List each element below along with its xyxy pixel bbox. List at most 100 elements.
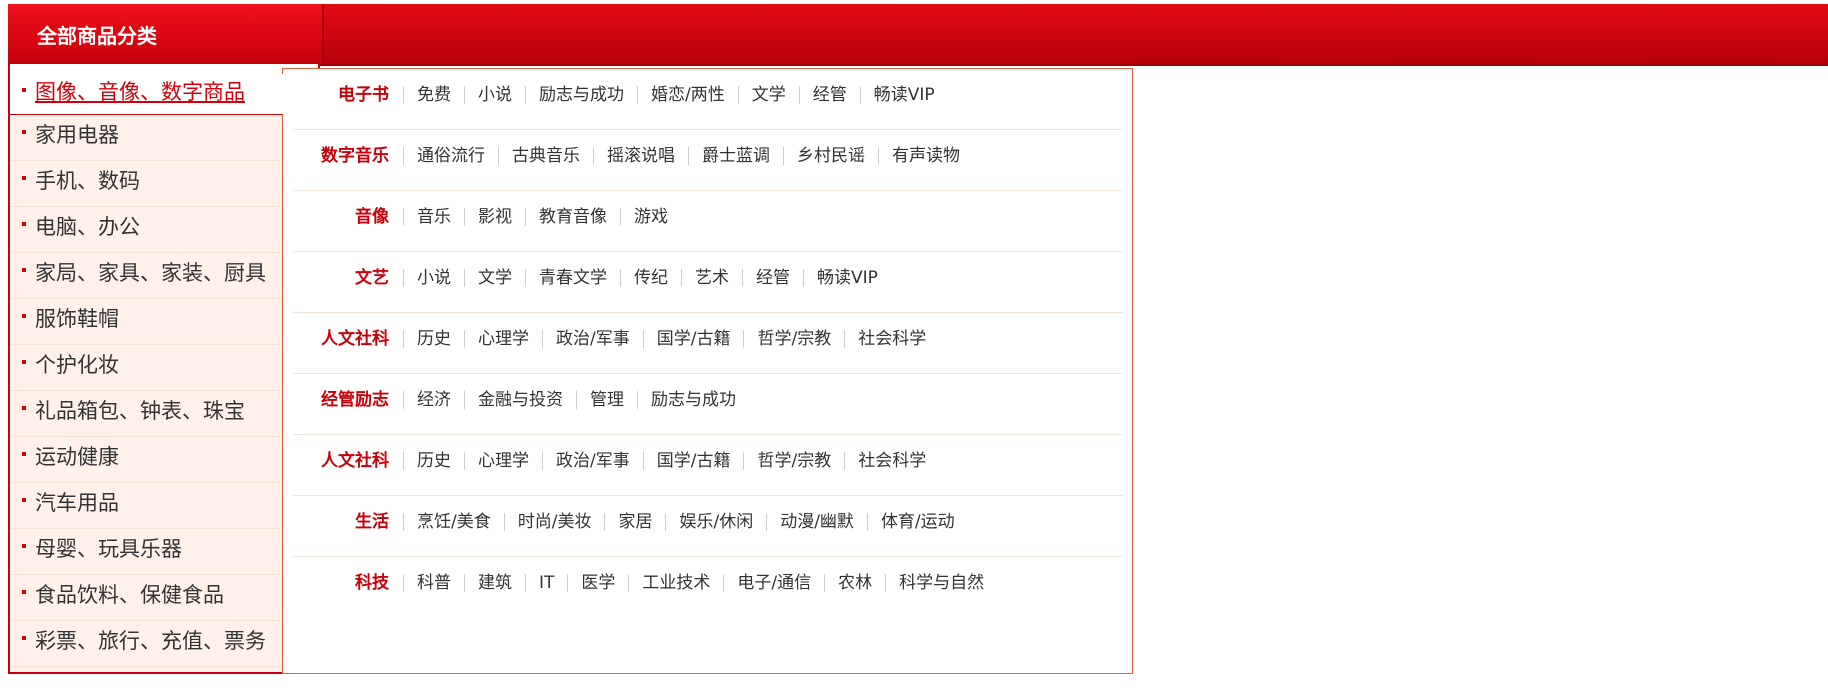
subcategory-links: 免费 小说 励志与成功 婚恋/两性 文学 经管 畅读VIP	[403, 83, 948, 107]
subcategory-link[interactable]: 小说	[403, 269, 464, 287]
subcategory-link[interactable]: 哲学/宗教	[743, 452, 844, 470]
subcategory-title[interactable]: 生活	[355, 510, 389, 534]
subcategory-link[interactable]: 古典音乐	[498, 147, 593, 165]
subcategory-link[interactable]: 经济	[403, 391, 464, 409]
subcategory-link[interactable]: 政治/军事	[542, 452, 643, 470]
category-item-label[interactable]: 服饰鞋帽	[35, 305, 119, 333]
subcategory-link[interactable]: 小说	[464, 86, 525, 104]
subcategory-link[interactable]: 医学	[567, 574, 628, 592]
subcategory-link[interactable]: 建筑	[464, 574, 525, 592]
category-item-label[interactable]: 个护化妆	[35, 351, 119, 379]
subcategory-link[interactable]: 农林	[824, 574, 885, 592]
subcategory-title[interactable]: 音像	[355, 205, 389, 229]
subcategory-link[interactable]: 经管	[798, 86, 860, 104]
category-item[interactable]: 食品饮料、保健食品	[10, 575, 284, 621]
subcategory-links: 经济 金融与投资 管理 励志与成功	[403, 388, 749, 412]
subcategory-link[interactable]: 励志与成功	[525, 86, 637, 104]
subcategory-link[interactable]: 心理学	[464, 330, 542, 348]
subcategory-title[interactable]: 数字音乐	[321, 144, 389, 168]
subcategory-link[interactable]: 经管	[742, 269, 803, 287]
subcategory-panel: 电子书 免费 小说 励志与成功 婚恋/两性 文学 经管 畅读VIP 数字音乐 通俗流行 古典音乐 摇滚…	[282, 68, 1133, 674]
category-item-label[interactable]: 图像、音像、数字商品	[35, 78, 245, 106]
subcategory-link[interactable]: 励志与成功	[637, 391, 749, 409]
category-item-active[interactable]: 图像、音像、数字商品	[10, 74, 289, 114]
category-item[interactable]: 个护化妆	[10, 345, 284, 391]
category-item[interactable]: 礼品箱包、钟表、珠宝	[10, 391, 284, 437]
subcategory-title[interactable]: 电子书	[338, 83, 389, 107]
subcategory-link[interactable]: 烹饪/美食	[403, 513, 504, 531]
subcategory-row: 科技 科普 建筑 IT 医学 工业技术 电子/通信 农林 科学与自然	[293, 557, 1123, 618]
subcategory-link[interactable]: 体育/运动	[866, 513, 968, 531]
category-item-label[interactable]: 家用电器	[35, 121, 119, 149]
subcategory-link[interactable]: 管理	[576, 391, 637, 409]
category-item[interactable]: 彩票、旅行、充值、票务	[10, 621, 284, 667]
subcategory-link[interactable]: 国学/古籍	[642, 452, 744, 470]
subcategory-link[interactable]: 有声读物	[878, 147, 973, 165]
subcategory-link[interactable]: 传纪	[620, 269, 681, 287]
subcategory-link[interactable]: 畅读VIP	[803, 269, 891, 287]
subcategory-link[interactable]: 社会科学	[844, 452, 939, 470]
subcategory-link[interactable]: 娱乐/休闲	[665, 513, 766, 531]
subcategory-link[interactable]: 教育音像	[525, 208, 620, 226]
category-item[interactable]: 运动健康	[10, 437, 284, 483]
subcategory-link[interactable]: 青春文学	[525, 269, 620, 287]
subcategory-link[interactable]: 乡村民谣	[783, 147, 878, 165]
subcategory-link[interactable]: 家居	[604, 513, 665, 531]
subcategory-link[interactable]: 哲学/宗教	[743, 330, 844, 348]
subcategory-link[interactable]: 爵士蓝调	[688, 147, 783, 165]
category-item[interactable]: 母婴、玩具乐器	[10, 529, 284, 575]
subcategory-link[interactable]: 动漫/幽默	[766, 513, 867, 531]
subcategory-links: 通俗流行 古典音乐 摇滚说唱 爵士蓝调 乡村民谣 有声读物	[403, 144, 973, 168]
subcategory-row: 音像 音乐 影视 教育音像 游戏	[293, 191, 1123, 252]
subcategory-link[interactable]: 国学/古籍	[642, 330, 744, 348]
subcategory-title[interactable]: 文艺	[355, 266, 389, 290]
subcategory-link[interactable]: 金融与投资	[464, 391, 576, 409]
category-item-label[interactable]: 食品饮料、保健食品	[35, 581, 224, 609]
category-item-label[interactable]: 汽车用品	[35, 489, 119, 517]
subcategory-link[interactable]: 摇滚说唱	[593, 147, 688, 165]
category-item-label[interactable]: 手机、数码	[35, 167, 140, 195]
category-item-label[interactable]: 母婴、玩具乐器	[35, 535, 182, 563]
subcategory-title[interactable]: 人文社科	[321, 327, 389, 351]
subcategory-link[interactable]: 文学	[464, 269, 525, 287]
subcategory-link[interactable]: 社会科学	[844, 330, 939, 348]
subcategory-link[interactable]: 时尚/美妆	[503, 513, 605, 531]
subcategory-link[interactable]: 免费	[403, 86, 464, 104]
all-categories-tab[interactable]: 全部商品分类	[8, 4, 324, 64]
subcategory-link[interactable]: 艺术	[681, 269, 742, 287]
subcategory-link[interactable]: 通俗流行	[403, 147, 498, 165]
category-item[interactable]: 手机、数码	[10, 161, 284, 207]
subcategory-link[interactable]: IT	[525, 574, 567, 592]
subcategory-links: 音乐 影视 教育音像 游戏	[403, 205, 681, 229]
bullet-icon	[22, 590, 26, 594]
category-item[interactable]: 家用电器	[10, 115, 284, 161]
subcategory-title[interactable]: 经管励志	[321, 388, 389, 412]
subcategory-link[interactable]: 游戏	[620, 208, 681, 226]
subcategory-link[interactable]: 政治/军事	[542, 330, 643, 348]
subcategory-title[interactable]: 人文社科	[321, 449, 389, 473]
subcategory-link[interactable]: 畅读VIP	[859, 86, 948, 104]
subcategory-title[interactable]: 科技	[355, 571, 389, 595]
category-item-label[interactable]: 彩票、旅行、充值、票务	[35, 627, 266, 655]
subcategory-link[interactable]: 文学	[737, 86, 799, 104]
subcategory-link[interactable]: 心理学	[464, 452, 542, 470]
category-item-label[interactable]: 运动健康	[35, 443, 119, 471]
category-item-label[interactable]: 家局、家具、家装、厨具	[35, 259, 266, 287]
bullet-icon	[22, 314, 26, 318]
subcategory-link[interactable]: 影视	[464, 208, 525, 226]
category-item[interactable]: 服饰鞋帽	[10, 299, 284, 345]
category-item[interactable]: 汽车用品	[10, 483, 284, 529]
subcategory-link[interactable]: 历史	[403, 330, 464, 348]
bullet-icon	[22, 222, 26, 226]
category-item-label[interactable]: 电脑、办公	[35, 213, 140, 241]
subcategory-link[interactable]: 科普	[403, 574, 464, 592]
category-item-label[interactable]: 礼品箱包、钟表、珠宝	[35, 397, 245, 425]
category-item[interactable]: 家局、家具、家装、厨具	[10, 253, 284, 299]
category-item[interactable]: 电脑、办公	[10, 207, 284, 253]
subcategory-link[interactable]: 婚恋/两性	[637, 86, 738, 104]
subcategory-link[interactable]: 科学与自然	[885, 574, 997, 592]
subcategory-link[interactable]: 音乐	[403, 208, 464, 226]
subcategory-link[interactable]: 历史	[403, 452, 464, 470]
subcategory-link[interactable]: 电子/通信	[723, 574, 824, 592]
subcategory-link[interactable]: 工业技术	[628, 574, 723, 592]
